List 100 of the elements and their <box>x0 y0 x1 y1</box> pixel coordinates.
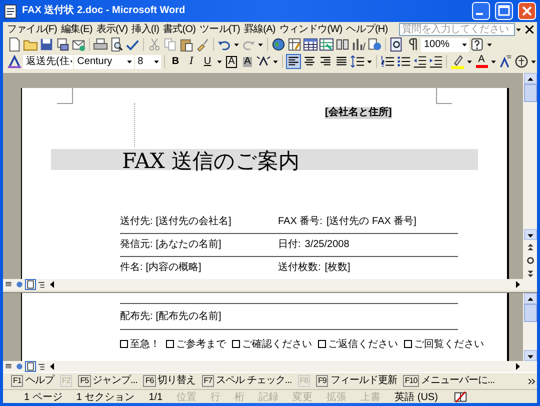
status-text: 行 <box>210 392 222 404</box>
italic-button[interactable]: I <box>184 54 199 69</box>
paintbrush-icon[interactable] <box>195 37 210 52</box>
help-icon[interactable] <box>470 37 485 52</box>
scroll-up-button[interactable] <box>524 293 536 304</box>
line-spacing-icon[interactable] <box>350 54 365 69</box>
phonetic-guide-icon[interactable] <box>498 54 513 69</box>
function-key: F2 <box>60 375 72 387</box>
font-size-dropdown[interactable]: 8 <box>134 54 161 68</box>
font-color-button[interactable]: A <box>474 54 489 69</box>
clipboard-icon[interactable] <box>179 37 194 52</box>
outline-view-button[interactable] <box>36 361 47 372</box>
help-search-field[interactable]: 質問を入力してください <box>399 22 515 36</box>
checkbox-label: ご確認ください <box>242 339 312 350</box>
function-key-label: ヘルプ <box>25 375 54 387</box>
character-border-button[interactable]: A <box>224 54 239 69</box>
printer-document-icon[interactable] <box>55 37 70 52</box>
field-label: FAX 番号: <box>278 216 322 228</box>
menu-item[interactable]: 書式(O) <box>161 22 198 36</box>
status-text: 桁 <box>234 392 246 404</box>
scroll-down-button[interactable] <box>524 229 536 240</box>
field-label: 日付: <box>278 239 301 251</box>
globe-icon[interactable] <box>271 37 286 52</box>
character-shading-button[interactable]: A <box>240 54 255 69</box>
scroll-thumb[interactable] <box>524 84 536 102</box>
bullet-list-icon[interactable] <box>396 54 411 69</box>
web-layout-view-button[interactable] <box>14 279 25 290</box>
print-layout-view-button[interactable] <box>25 279 36 290</box>
print-preview-icon[interactable] <box>109 37 124 52</box>
printer-icon[interactable] <box>93 37 108 52</box>
spreadsheet-icon[interactable] <box>319 37 334 52</box>
web-layout-view-button[interactable] <box>14 361 25 372</box>
menu-item[interactable]: 罫線(A) <box>242 22 278 36</box>
shapes-icon[interactable] <box>351 37 366 52</box>
table-icon[interactable] <box>303 37 318 52</box>
function-key[interactable]: F9 <box>316 375 328 387</box>
function-key[interactable]: F10 <box>402 375 420 387</box>
address-field[interactable]: [会社名と住所] <box>325 107 392 119</box>
new-document-icon[interactable] <box>7 37 22 52</box>
menu-item[interactable]: 表示(V) <box>94 22 130 36</box>
decrease-indent-icon[interactable] <box>412 54 427 69</box>
checkbox[interactable] <box>166 340 174 348</box>
font-size-value: 8 <box>138 56 144 68</box>
field-value: [配布先の名前] <box>156 310 222 322</box>
bold-button[interactable]: B <box>168 54 183 69</box>
status-text: 記録 <box>258 392 280 404</box>
increase-indent-icon[interactable] <box>428 54 443 69</box>
font-dropdown[interactable]: Century <box>74 54 134 68</box>
checkbox[interactable] <box>232 340 240 348</box>
scroll-thumb[interactable] <box>524 304 536 322</box>
menu-item[interactable]: 編集(E) <box>58 22 94 36</box>
function-key-label: メニューバーに... <box>421 375 495 387</box>
styles-icon[interactable] <box>7 54 22 69</box>
enclosed-character-icon[interactable] <box>514 54 529 69</box>
zoom-icon[interactable] <box>389 37 404 52</box>
menu-item[interactable]: ヘルプ(H) <box>344 22 390 36</box>
field-value: [内容の概略] <box>146 262 202 274</box>
status-text: 上書 <box>360 392 382 404</box>
close-button[interactable] <box>518 2 536 20</box>
menu-item[interactable]: ツール(T) <box>198 22 242 36</box>
menu-item[interactable]: 挿入(I) <box>130 22 162 36</box>
document-icon <box>3 4 18 18</box>
document-map-icon[interactable] <box>367 37 382 52</box>
print-layout-view-button[interactable] <box>25 361 36 372</box>
function-key[interactable]: F1 <box>11 375 24 387</box>
checkbox[interactable] <box>120 340 128 348</box>
underline-button[interactable]: U <box>200 54 215 69</box>
menu-item[interactable]: ウィンドウ(W) <box>277 22 344 36</box>
checkbox[interactable] <box>318 340 326 348</box>
columns-icon[interactable] <box>335 37 350 52</box>
scroll-up-button[interactable] <box>524 73 536 84</box>
style-dropdown[interactable]: 返送先(住 <box>23 54 74 68</box>
minimize-button[interactable] <box>472 2 490 20</box>
field-label: 配布先: <box>120 310 153 322</box>
scroll-down-button[interactable] <box>524 350 536 361</box>
function-key-label: 切り替え <box>158 375 196 387</box>
window-title: FAX 送付状 2.doc - Microsoft Word <box>22 5 186 17</box>
function-key-label: フィールド更新 <box>330 375 397 387</box>
numbered-list-icon[interactable] <box>380 54 395 69</box>
checkbox[interactable] <box>404 340 412 348</box>
outline-view-button[interactable] <box>36 279 47 290</box>
menu-item[interactable]: ファイル(F) <box>5 22 59 36</box>
browse-object-icon[interactable] <box>524 255 536 266</box>
book-icon[interactable] <box>452 390 468 405</box>
field-label: 送付先: <box>120 216 153 228</box>
maximize-button[interactable] <box>495 2 513 20</box>
function-key[interactable]: F6 <box>143 375 156 387</box>
field-value: [送付先の FAX 番号] <box>326 216 416 228</box>
zoom-dropdown[interactable]: 100% <box>421 38 469 52</box>
globe-icon <box>15 280 24 289</box>
table-pencil-icon[interactable] <box>287 37 302 52</box>
font-value: Century <box>77 56 112 68</box>
function-key-label: ジャンプ... <box>92 375 138 387</box>
function-key[interactable]: F7 <box>202 375 214 387</box>
function-key[interactable]: F5 <box>78 375 91 387</box>
status-text: 位置 <box>176 392 198 404</box>
close-icon[interactable] <box>522 22 537 36</box>
align-left-button[interactable] <box>286 54 301 69</box>
highlighter-icon[interactable] <box>450 54 465 69</box>
lines-icon <box>4 362 13 371</box>
